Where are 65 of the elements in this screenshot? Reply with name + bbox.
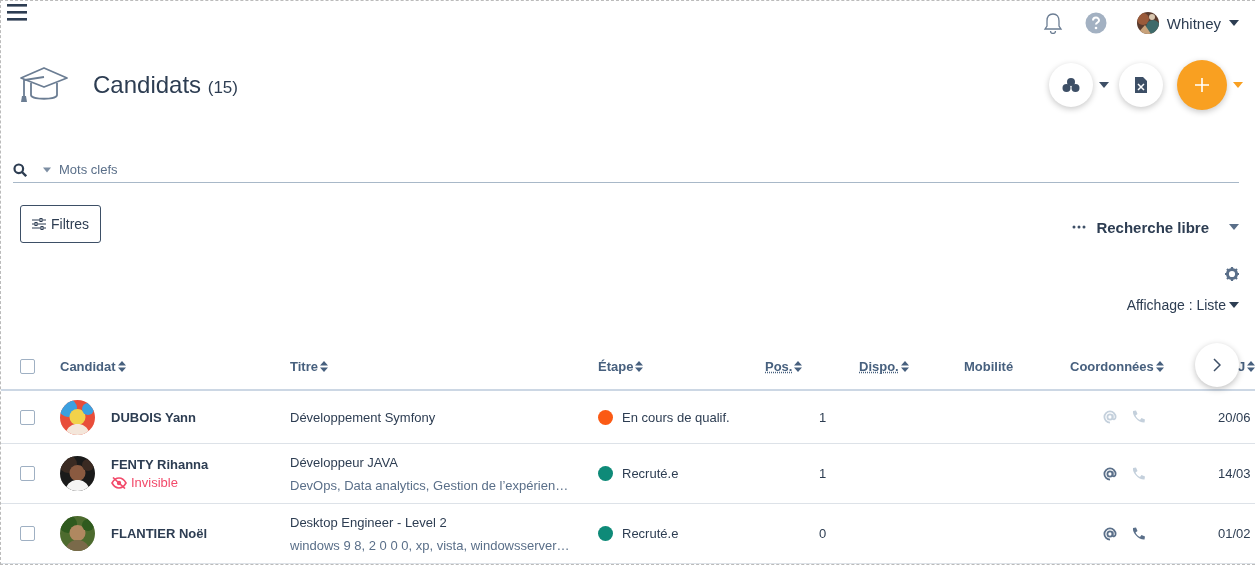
skills-list: DevOps, Data analytics, Gestion de l’expérien… [290,477,598,493]
position-count: 0 [819,526,827,541]
chevron-right-icon [1213,358,1221,372]
caret-icon [1233,82,1243,88]
sort-icon[interactable] [1155,360,1164,372]
sort-icon[interactable] [319,360,328,372]
display-mode-selector[interactable]: Affichage : Liste [1126,297,1226,313]
stage-label: Recruté.e [622,466,679,481]
caret-icon [1229,302,1239,308]
excel-export-button[interactable] [1119,63,1163,107]
row-checkbox[interactable] [20,466,35,481]
date: 01/02 [1218,526,1251,541]
sliders-icon [32,218,46,230]
date: 14/03 [1218,466,1251,481]
select-all-checkbox[interactable] [20,358,35,374]
user-menu[interactable]: Whitney [1136,12,1239,34]
job-title: Desktop Engineer - Level 2 [290,514,448,530]
sort-icon[interactable] [1247,360,1255,372]
candidate-name[interactable]: FENTY Rihanna [111,457,209,472]
caret-icon [1229,224,1239,230]
cubes-icon [1062,77,1080,93]
phone-icon[interactable] [1131,526,1145,541]
search-mode-selector[interactable]: Recherche libre [1096,218,1209,236]
visibility-status: Invisible [131,475,178,490]
column-header[interactable]: Candidat [60,358,116,374]
menu-icon[interactable] [7,3,27,21]
candidate-name[interactable]: DUBOIS Yann [111,409,196,425]
more-icon[interactable] [1072,225,1087,229]
eye-slash-icon [111,476,127,489]
sort-icon[interactable] [794,360,803,372]
plus-icon [1195,78,1209,92]
column-header[interactable]: Pos. [765,358,793,374]
skills-list: windows 9 8, 2 0 0 0, xp, vista, windowsserver… [290,537,598,553]
sort-icon[interactable] [117,360,126,372]
job-title: Développement Symfony [290,409,437,425]
column-header[interactable]: J [1238,358,1246,374]
job-title: Développeur JAVA [290,454,399,470]
row-checkbox[interactable] [20,409,35,425]
column-header[interactable]: Dispo. [859,358,899,374]
settings-icon[interactable] [1225,267,1239,281]
column-header[interactable]: Titre [290,358,318,374]
column-header[interactable]: Coordonnées [1070,358,1154,374]
filters-button[interactable]: Filtres [20,205,102,243]
stage-label: Recruté.e [622,526,679,541]
spreadsheet-file-icon [1135,77,1147,93]
page-title: Candidats (15) [93,71,238,99]
date: 20/06 [1218,409,1251,425]
graduation-cap-icon [19,66,69,104]
at-sign-icon[interactable] [1103,466,1117,481]
at-sign-icon[interactable] [1103,526,1117,541]
row-checkbox[interactable] [20,526,35,541]
group-button[interactable] [1049,63,1093,107]
sort-icon[interactable] [900,360,909,372]
column-header: Mobilité [964,358,1014,374]
column-header[interactable]: Étape [598,358,634,374]
stage-label: En cours de qualif. [622,409,730,425]
position-count: 1 [819,466,827,481]
sort-icon[interactable] [635,360,644,372]
candidate-name[interactable]: FLANTIER Noël [111,526,208,541]
position-count: 1 [819,409,827,425]
caret-icon [43,166,51,173]
bell-icon[interactable] [1042,12,1063,34]
caret-icon [1099,82,1109,88]
search-icon[interactable] [13,162,27,177]
caret-icon [1229,20,1239,26]
